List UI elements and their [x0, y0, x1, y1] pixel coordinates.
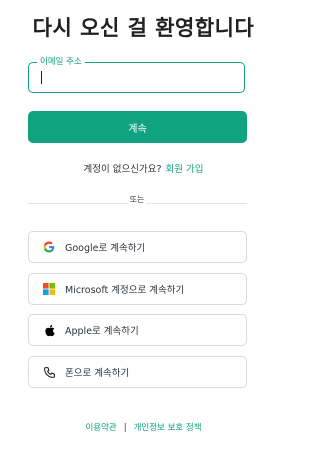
continue-button[interactable]: 계속	[28, 111, 247, 143]
microsoft-icon	[42, 282, 56, 296]
login-page: 다시 오신 걸 환영합니다 이메일 주소 계속 계정이 없으신가요? 회원 가입 …	[0, 0, 287, 450]
apple-login-label: Apple로 계속하기	[65, 326, 139, 337]
signup-link[interactable]: 회원 가입	[166, 164, 204, 175]
google-login-label: Google로 계속하기	[65, 243, 146, 254]
microsoft-login-label: Microsoft 계정으로 계속하기	[65, 285, 185, 296]
privacy-link[interactable]: 개인정보 보호 정책	[134, 423, 202, 433]
apple-login-button[interactable]: Apple로 계속하기	[28, 314, 247, 346]
divider-text: 또는	[128, 194, 146, 205]
footer-links: 이용약관 | 개인정보 보호 정책	[0, 421, 287, 433]
phone-login-button[interactable]: 폰으로 계속하기	[28, 356, 247, 388]
phone-login-label: 폰으로 계속하기	[65, 368, 130, 379]
signup-prompt: 계정이 없으신가요?	[83, 164, 162, 175]
email-input[interactable]	[29, 63, 244, 92]
footer-separator: |	[123, 423, 127, 433]
email-field[interactable]: 이메일 주소	[28, 56, 245, 93]
google-icon	[42, 240, 56, 254]
apple-icon	[42, 323, 56, 337]
text-caret	[41, 71, 42, 84]
signup-row: 계정이 없으신가요? 회원 가입	[0, 161, 287, 175]
terms-link[interactable]: 이용약관	[85, 423, 116, 433]
phone-icon	[42, 365, 56, 379]
google-login-button[interactable]: Google로 계속하기	[28, 231, 247, 263]
page-title: 다시 오신 걸 환영합니다	[32, 16, 255, 40]
microsoft-login-button[interactable]: Microsoft 계정으로 계속하기	[28, 273, 247, 305]
